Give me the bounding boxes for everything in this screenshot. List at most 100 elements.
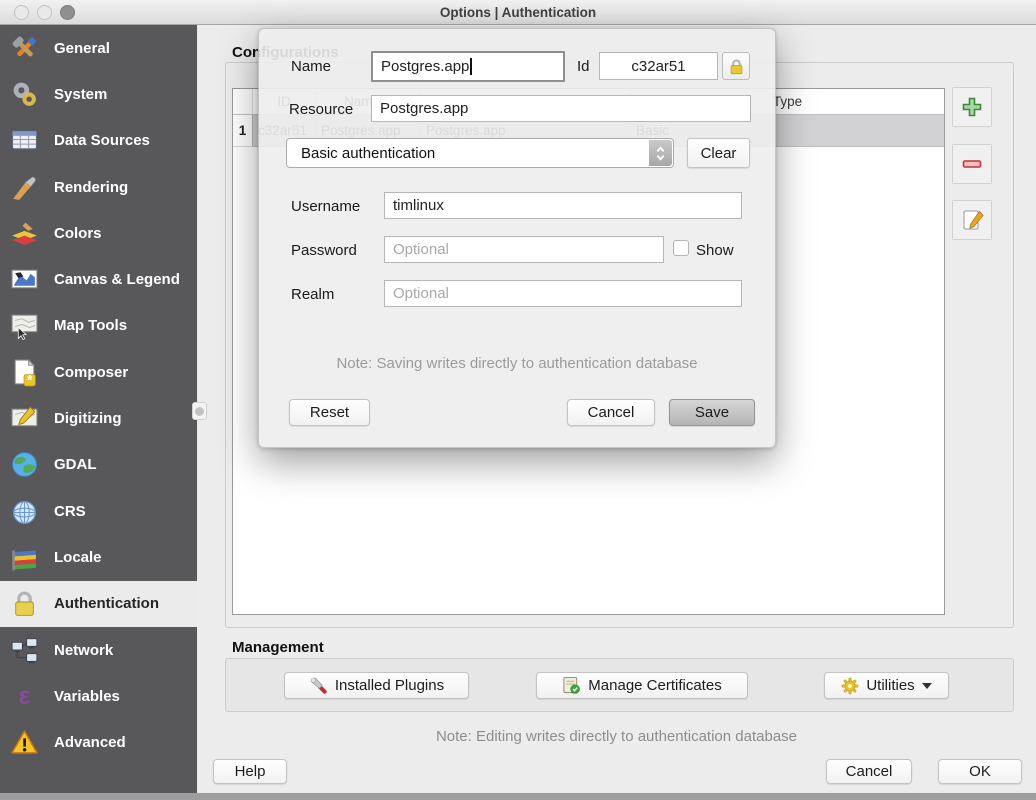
manage-certificates-button[interactable]: Manage Certificates: [536, 672, 748, 699]
window-bottom-edge: [0, 793, 1036, 800]
title-bar: Options | Authentication: [0, 0, 1036, 25]
globe-icon: [10, 450, 39, 479]
table-icon: [10, 126, 39, 155]
sidebar-item-map-tools[interactable]: Map Tools: [0, 303, 197, 349]
map-pencil-icon: [10, 404, 39, 433]
utilities-button[interactable]: Utilities: [824, 672, 949, 699]
remove-config-button[interactable]: [952, 144, 992, 184]
map-cursor-icon: [10, 311, 39, 340]
window-controls: [14, 5, 75, 20]
edit-config-button[interactable]: [952, 200, 992, 240]
management-section-title: Management: [232, 639, 324, 656]
sidebar-item-label: Map Tools: [54, 317, 127, 334]
add-config-button[interactable]: [952, 87, 992, 127]
close-button[interactable]: [14, 5, 29, 20]
dropdown-spinner-icon: [649, 140, 672, 166]
save-button[interactable]: Save: [669, 399, 755, 426]
sidebar-item-digitizing[interactable]: Digitizing: [0, 395, 197, 441]
svg-text:*: *: [27, 372, 33, 387]
sidebar-item-label: System: [54, 86, 107, 103]
help-button[interactable]: Help: [213, 759, 287, 784]
options-window: Options | Authentication General System: [0, 0, 1036, 800]
ok-button[interactable]: OK: [938, 759, 1022, 784]
crossed-tools-icon: [10, 34, 39, 63]
name-input[interactable]: Postgres.app: [371, 51, 565, 82]
plus-icon: [961, 96, 983, 118]
username-input[interactable]: timlinux: [384, 192, 742, 219]
sidebar-item-label: Canvas & Legend: [54, 271, 180, 288]
realm-input[interactable]: Optional: [384, 280, 742, 307]
zoom-button[interactable]: [60, 5, 75, 20]
cancel-button[interactable]: Cancel: [826, 759, 912, 784]
row-number-header: [233, 89, 253, 114]
sidebar-item-locale[interactable]: Locale: [0, 534, 197, 580]
sidebar-item-crs[interactable]: CRS: [0, 488, 197, 534]
sidebar-item-label: Authentication: [54, 595, 159, 612]
sidebar-item-data-sources[interactable]: Data Sources: [0, 118, 197, 164]
sidebar-item-label: Digitizing: [54, 410, 122, 427]
sidebar-item-label: GDAL: [54, 456, 97, 473]
sidebar-item-label: CRS: [54, 503, 86, 520]
gear-icon: [841, 677, 859, 695]
lock-icon: [728, 58, 745, 75]
sidebar-item-label: Advanced: [54, 734, 126, 751]
id-lock-button[interactable]: [722, 52, 750, 80]
globe-grid-icon: [10, 497, 39, 526]
sidebar-item-canvas-legend[interactable]: Canvas & Legend: [0, 256, 197, 302]
minimize-button[interactable]: [37, 5, 52, 20]
show-password-checkbox[interactable]: [673, 240, 689, 256]
management-groupbox: Installed Plugins Manage Certificates: [225, 658, 1014, 712]
page-badge-icon: *: [10, 358, 39, 387]
certificate-icon: [562, 676, 581, 695]
id-field: c32ar51: [599, 52, 718, 80]
sidebar-item-rendering[interactable]: Rendering: [0, 164, 197, 210]
text-cursor: [470, 58, 472, 75]
sidebar-item-label: Variables: [54, 688, 120, 705]
sidebar-item-advanced[interactable]: Advanced: [0, 719, 197, 765]
epsilon-icon: ε: [10, 682, 39, 711]
installed-plugins-button[interactable]: Installed Plugins: [284, 672, 469, 699]
id-label: Id: [577, 53, 590, 81]
sidebar-item-gdal[interactable]: GDAL: [0, 442, 197, 488]
reset-button[interactable]: Reset: [289, 399, 370, 426]
sidebar-item-network[interactable]: Network: [0, 627, 197, 673]
edit-pencil-icon: [960, 208, 984, 232]
auth-config-dialog: Name Postgres.app Id c32ar51 Resource Po…: [258, 28, 776, 448]
show-label: Show: [696, 237, 734, 265]
gears-icon: [10, 80, 39, 109]
clear-button[interactable]: Clear: [687, 138, 750, 168]
saving-note: Note: Saving writes directly to authenti…: [259, 355, 775, 372]
computers-icon: [10, 636, 39, 665]
username-label: Username: [291, 193, 360, 221]
resource-input[interactable]: Postgres.app: [371, 95, 751, 122]
sidebar-item-label: Locale: [54, 549, 102, 566]
padlock-icon: [10, 589, 39, 618]
realm-label: Realm: [291, 281, 334, 309]
sidebar-item-system[interactable]: System: [0, 71, 197, 117]
sidebar-item-composer[interactable]: * Composer: [0, 349, 197, 395]
auth-method-dropdown[interactable]: Basic authentication: [286, 138, 674, 168]
dropdown-arrow-icon: [922, 683, 932, 689]
window-title: Options | Authentication: [0, 0, 1036, 25]
minus-icon: [961, 153, 983, 175]
dialog-cancel-button[interactable]: Cancel: [567, 399, 655, 426]
row-number-cell: 1: [233, 115, 253, 147]
sidebar-item-variables[interactable]: ε Variables: [0, 673, 197, 719]
sidebar-item-label: Colors: [54, 225, 102, 242]
map-canvas-icon: [10, 265, 39, 294]
striped-flag-icon: [10, 543, 39, 572]
resource-label: Resource: [289, 96, 353, 124]
sidebar-item-authentication[interactable]: Authentication: [0, 581, 197, 627]
splitter-handle[interactable]: [192, 402, 207, 420]
sidebar-item-colors[interactable]: Colors: [0, 210, 197, 256]
sidebar-item-label: General: [54, 40, 110, 57]
name-label: Name: [291, 53, 331, 81]
password-input[interactable]: Optional: [384, 236, 664, 263]
paintbrush-icon: [10, 173, 39, 202]
editing-note: Note: Editing writes directly to authent…: [197, 728, 1036, 745]
sidebar-item-label: Rendering: [54, 179, 128, 196]
sidebar-item-label: Composer: [54, 364, 128, 381]
color-swatches-icon: [10, 219, 39, 248]
wrench-icon: [309, 676, 328, 695]
sidebar-item-general[interactable]: General: [0, 25, 197, 71]
